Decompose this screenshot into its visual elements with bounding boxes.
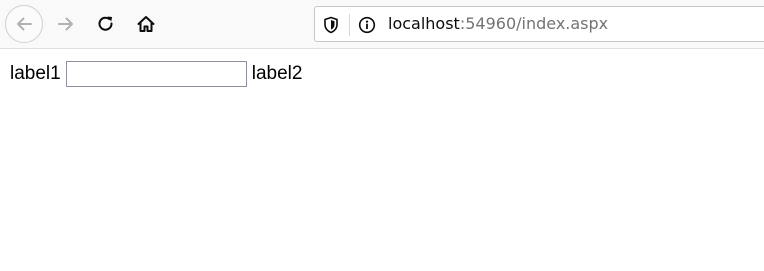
tracking-protection-shield-icon[interactable] bbox=[322, 16, 340, 34]
url-bar[interactable]: localhost:54960/index.aspx bbox=[314, 6, 764, 42]
text-input[interactable] bbox=[65, 61, 247, 87]
url-path: :54960/index.aspx bbox=[459, 14, 609, 33]
url-text[interactable]: localhost:54960/index.aspx bbox=[388, 14, 608, 34]
reload-button[interactable] bbox=[87, 5, 125, 43]
label1: label1 bbox=[10, 63, 61, 84]
arrow-right-icon bbox=[58, 17, 73, 31]
page-content: label1 label2 bbox=[10, 60, 302, 88]
label2: label2 bbox=[251, 63, 303, 84]
home-button[interactable] bbox=[127, 5, 165, 43]
url-bar-separator bbox=[349, 14, 350, 36]
back-button[interactable] bbox=[5, 5, 43, 43]
home-icon bbox=[137, 16, 155, 32]
reload-icon bbox=[98, 16, 113, 31]
browser-toolbar: localhost:54960/index.aspx bbox=[0, 0, 764, 49]
arrow-left-icon bbox=[17, 17, 32, 31]
forward-button[interactable] bbox=[47, 5, 85, 43]
site-info-icon[interactable] bbox=[358, 16, 376, 34]
url-host: localhost bbox=[388, 14, 460, 33]
